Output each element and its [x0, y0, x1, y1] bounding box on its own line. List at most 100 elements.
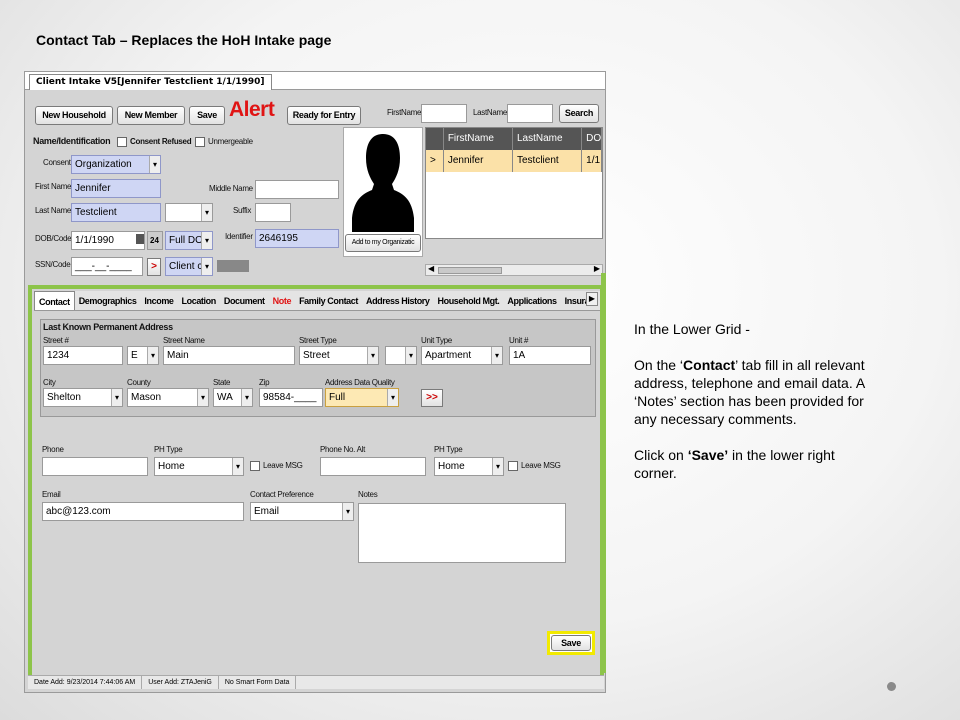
- ph-type-select[interactable]: Home: [154, 457, 244, 476]
- tab-location[interactable]: Location: [178, 291, 220, 310]
- new-member-button[interactable]: New Member: [117, 106, 185, 125]
- unit-type-select[interactable]: Apartment: [421, 346, 503, 365]
- unit-number-field[interactable]: 1A: [509, 346, 591, 365]
- status-user-add: User Add: ZTAJeniG: [142, 676, 219, 689]
- firstname-search-input[interactable]: [421, 104, 467, 123]
- street-name-label: Street Name: [163, 336, 205, 345]
- dob-code-select[interactable]: Full DO: [165, 231, 213, 250]
- leave-msg2-checkbox[interactable]: [508, 461, 518, 471]
- first-name-field[interactable]: Jennifer: [71, 179, 161, 198]
- email-label: Email: [42, 490, 61, 499]
- save-highlight: Save: [547, 631, 595, 655]
- instruction-1: In the Lower Grid -: [634, 321, 750, 337]
- unmergeable-label: Unmergeable: [208, 137, 253, 146]
- identifier-label: Identifier: [225, 232, 253, 241]
- tab-household-mgt[interactable]: Household Mgt.: [434, 291, 504, 310]
- table-row[interactable]: > Jennifer Testclient 1/1: [426, 150, 602, 172]
- street-name-field[interactable]: Main: [163, 346, 295, 365]
- instruction-2: On the ‘Contact’ tab fill in all relevan…: [634, 356, 874, 428]
- lastname-search-input[interactable]: [507, 104, 553, 123]
- ready-for-entry-button[interactable]: Ready for Entry: [287, 106, 361, 125]
- save-button[interactable]: Save: [551, 635, 591, 651]
- search-button[interactable]: Search: [559, 104, 599, 123]
- grid-col-dob[interactable]: DO: [582, 128, 602, 150]
- street-type-select[interactable]: Street: [299, 346, 379, 365]
- address-quality-select[interactable]: Full: [325, 388, 399, 407]
- ssn-arrow-button[interactable]: >: [147, 258, 161, 276]
- consent-select[interactable]: Organization: [71, 155, 161, 174]
- middle-name-field[interactable]: [255, 180, 339, 199]
- county-select[interactable]: Mason: [127, 388, 209, 407]
- street-number-field[interactable]: 1234: [43, 346, 123, 365]
- row-expand-icon[interactable]: >: [426, 150, 444, 172]
- street-suffix-select[interactable]: [385, 346, 417, 365]
- save-top-button[interactable]: Save: [189, 106, 225, 125]
- city-select[interactable]: Shelton: [43, 388, 123, 407]
- grid-cell-dob: 1/1: [582, 150, 602, 172]
- instruction-2-pre: On the ‘: [634, 357, 684, 373]
- tab-document[interactable]: Document: [220, 291, 269, 310]
- alert-label[interactable]: Alert: [229, 98, 275, 122]
- dob-field[interactable]: 1/1/1990: [71, 231, 145, 250]
- ssn-code-select[interactable]: Client c: [165, 257, 213, 276]
- phone-alt-field[interactable]: [320, 457, 426, 476]
- tab-demographics[interactable]: Demographics: [75, 291, 141, 310]
- consent-refused-checkbox[interactable]: [117, 137, 127, 147]
- unit-type-label: Unit Type: [421, 336, 452, 345]
- unmergeable-checkbox[interactable]: [195, 137, 205, 147]
- last-name-field[interactable]: Testclient: [71, 203, 161, 222]
- scroll-right-icon[interactable]: ▶: [594, 264, 600, 273]
- ssn-field[interactable]: ___-__-____: [71, 257, 143, 276]
- county-label: County: [127, 378, 151, 387]
- client-photo-placeholder: Add to my Organizatic: [343, 127, 423, 257]
- tab-applications[interactable]: Applications: [503, 291, 560, 310]
- scroll-left-icon[interactable]: ◀: [428, 264, 434, 273]
- new-household-button[interactable]: New Household: [35, 106, 113, 125]
- search-results-grid: FirstName LastName DO > Jennifer Testcli…: [425, 127, 603, 239]
- unit-number-label: Unit #: [509, 336, 529, 345]
- notes-textarea[interactable]: [358, 503, 566, 563]
- add-to-organization-button[interactable]: Add to my Organizatic: [345, 234, 421, 252]
- detail-tabs: Contact Demographics Income Location Doc…: [34, 291, 600, 311]
- suffix-label: Suffix: [233, 206, 252, 215]
- state-select[interactable]: WA: [213, 388, 253, 407]
- phone-field[interactable]: [42, 457, 148, 476]
- address-more-button[interactable]: >>: [421, 389, 443, 407]
- last-name-suffix-select[interactable]: [165, 203, 213, 222]
- calendar-icon[interactable]: [136, 234, 144, 244]
- tab-family-contact[interactable]: Family Contact: [295, 291, 362, 310]
- scroll-thumb[interactable]: [438, 267, 502, 274]
- tab-note[interactable]: Note: [269, 291, 295, 310]
- client-intake-tab[interactable]: Client Intake V5[Jennifer Testclient 1/1…: [29, 74, 272, 90]
- instruction-3: Click on ‘Save’ in the lower right corne…: [634, 446, 874, 482]
- email-field[interactable]: abc@123.com: [42, 502, 244, 521]
- street-number-label: Street #: [43, 336, 69, 345]
- permanent-address-section: Last Known Permanent Address Street # 12…: [40, 319, 596, 417]
- ssn-label: SSN/Code: [35, 260, 71, 269]
- ph-type2-select[interactable]: Home: [434, 457, 504, 476]
- address-quality-label: Address Data Quality: [325, 378, 395, 387]
- street-direction-select[interactable]: E: [127, 346, 159, 365]
- grid-horizontal-scrollbar[interactable]: ◀ ▶: [425, 264, 603, 276]
- leave-msg-checkbox[interactable]: [250, 461, 260, 471]
- instruction-3-pre: Click on: [634, 447, 688, 463]
- status-smart-form: No Smart Form Data: [219, 676, 297, 689]
- tab-contact[interactable]: Contact: [34, 291, 75, 310]
- zip-label: Zip: [259, 378, 270, 387]
- city-label: City: [43, 378, 56, 387]
- grid-col-firstname[interactable]: FirstName: [444, 128, 513, 150]
- tabs-next-icon[interactable]: ▶: [586, 292, 598, 306]
- highlight-edge: [601, 273, 606, 673]
- window-titlebar: Client Intake V5[Jennifer Testclient 1/1…: [25, 72, 605, 90]
- ph-type-label: PH Type: [154, 445, 183, 454]
- identifier-field[interactable]: 2646195: [255, 229, 339, 248]
- address-section-header: Last Known Permanent Address: [43, 322, 173, 332]
- suffix-field[interactable]: [255, 203, 291, 222]
- contact-preference-select[interactable]: Email: [250, 502, 354, 521]
- status-date-add: Date Add: 9/23/2014 7:44:06 AM: [28, 676, 143, 689]
- tab-address-history[interactable]: Address History: [362, 291, 434, 310]
- zip-field[interactable]: 98584-____: [259, 388, 323, 407]
- tab-income[interactable]: Income: [140, 291, 177, 310]
- contact-preference-label: Contact Preference: [250, 490, 314, 499]
- grid-col-lastname[interactable]: LastName: [513, 128, 583, 150]
